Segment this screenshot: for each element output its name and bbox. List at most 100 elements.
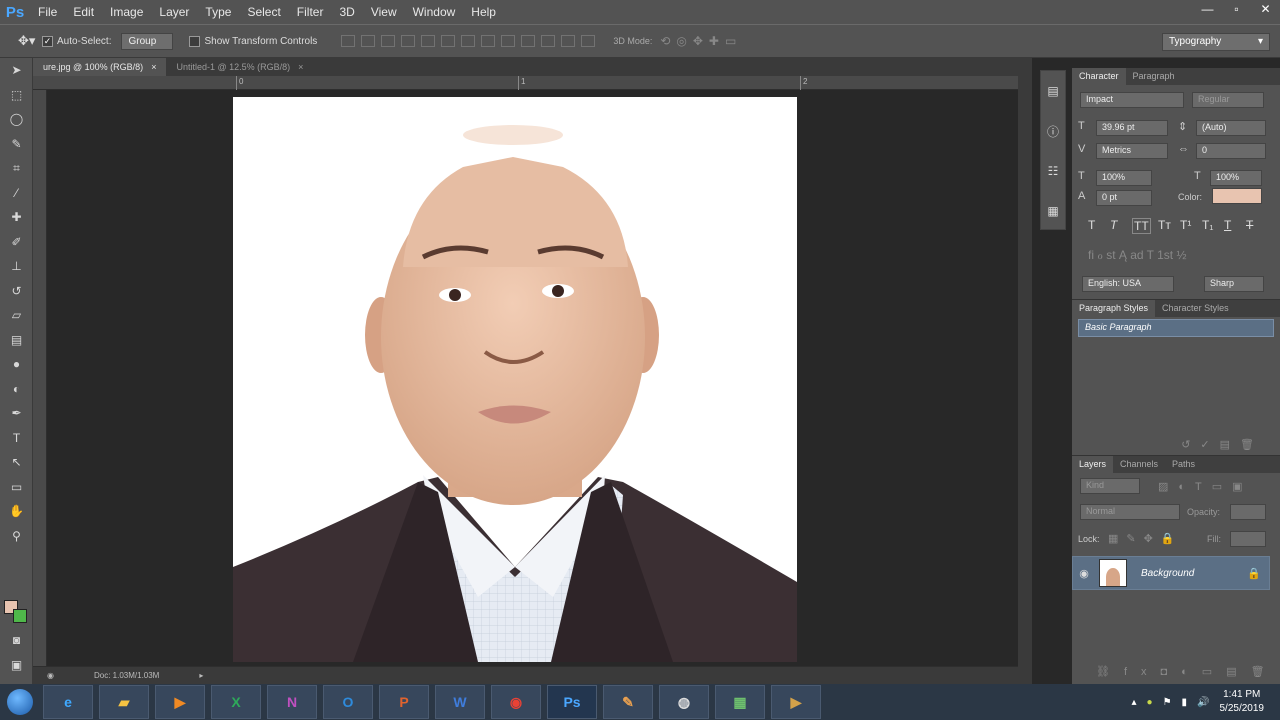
taskbar-ie-icon[interactable]: e bbox=[43, 685, 93, 719]
status-arrow-icon[interactable]: ▸ bbox=[199, 671, 203, 680]
style-item-basic-paragraph[interactable]: Basic Paragraph bbox=[1078, 319, 1274, 337]
menu-type[interactable]: Type bbox=[197, 5, 239, 19]
lock-icons[interactable]: ▦✎✥🔒 bbox=[1108, 532, 1183, 545]
taskbar-powerpoint-icon[interactable]: P bbox=[379, 685, 429, 719]
crop-tool-icon[interactable]: ⌗ bbox=[0, 156, 33, 181]
blur-tool-icon[interactable]: ● bbox=[0, 352, 33, 377]
horizontal-scale-field[interactable]: 100% bbox=[1210, 170, 1262, 186]
close-button[interactable]: ✕ bbox=[1251, 0, 1280, 22]
menu-image[interactable]: Image bbox=[102, 5, 151, 19]
distribute-left-icon[interactable] bbox=[521, 35, 536, 47]
tray-volume-icon[interactable]: 🔊 bbox=[1197, 697, 1209, 708]
distribute-top-icon[interactable] bbox=[461, 35, 476, 47]
taskbar-photoshop-icon[interactable]: Ps bbox=[547, 685, 597, 719]
properties-panel-icon[interactable]: ☷ bbox=[1041, 151, 1065, 191]
text-color-swatch[interactable] bbox=[1212, 188, 1262, 204]
taskbar-explorer-icon[interactable]: ▰ bbox=[99, 685, 149, 719]
eyedropper-tool-icon[interactable]: ⁄ bbox=[0, 181, 33, 206]
tab-paragraph-styles[interactable]: Paragraph Styles bbox=[1072, 300, 1156, 317]
auto-align-icon[interactable] bbox=[581, 35, 596, 47]
taskbar-outlook-icon[interactable]: O bbox=[323, 685, 373, 719]
screen-mode-icon[interactable]: ▣ bbox=[0, 653, 33, 678]
strikethrough-icon[interactable]: T bbox=[1246, 218, 1253, 232]
opentype-features-icon[interactable]: fi ℴ st Ą ad T 1st ½ bbox=[1088, 248, 1186, 262]
align-bottom-icon[interactable] bbox=[381, 35, 396, 47]
tab-layers[interactable]: Layers bbox=[1072, 456, 1114, 473]
menu-help[interactable]: Help bbox=[463, 5, 504, 19]
fill-field[interactable] bbox=[1230, 531, 1266, 547]
menu-layer[interactable]: Layer bbox=[151, 5, 197, 19]
eraser-tool-icon[interactable]: ▱ bbox=[0, 303, 33, 328]
close-icon[interactable]: × bbox=[298, 62, 303, 72]
auto-select-dropdown[interactable]: Group bbox=[121, 32, 174, 50]
align-right-icon[interactable] bbox=[441, 35, 456, 47]
all-caps-icon[interactable]: TT bbox=[1132, 218, 1151, 234]
zoom-tool-icon[interactable]: ⚲ bbox=[0, 524, 33, 549]
leading-field[interactable]: (Auto) bbox=[1196, 120, 1266, 136]
antialias-dropdown[interactable]: Sharp bbox=[1204, 276, 1264, 292]
minimize-button[interactable]: — bbox=[1193, 0, 1222, 22]
distribute-right-icon[interactable] bbox=[561, 35, 576, 47]
tab-character[interactable]: Character bbox=[1072, 68, 1126, 85]
tray-arrow-icon[interactable]: ▴ bbox=[1131, 697, 1136, 708]
superscript-icon[interactable]: T¹ bbox=[1180, 218, 1191, 232]
baseline-shift-field[interactable]: 0 pt bbox=[1096, 190, 1152, 206]
align-left-icon[interactable] bbox=[401, 35, 416, 47]
status-icon[interactable]: ◉ bbox=[47, 671, 54, 680]
menu-file[interactable]: File bbox=[30, 5, 65, 19]
font-size-field[interactable]: 39.96 pt bbox=[1096, 120, 1168, 136]
shape-tool-icon[interactable]: ▭ bbox=[0, 475, 33, 500]
tab-channels[interactable]: Channels bbox=[1113, 456, 1165, 473]
taskbar-onenote-icon[interactable]: N bbox=[267, 685, 317, 719]
dodge-tool-icon[interactable]: ◐ bbox=[0, 377, 33, 402]
tracking-field[interactable]: 0 bbox=[1196, 143, 1266, 159]
distribute-bottom-icon[interactable] bbox=[501, 35, 516, 47]
distribute-vcenter-icon[interactable] bbox=[481, 35, 496, 47]
taskbar-obs-icon[interactable]: ◍ bbox=[659, 685, 709, 719]
hand-tool-icon[interactable]: ✋ bbox=[0, 499, 33, 524]
layer-filter-icons[interactable]: ▨◐T▭▣ bbox=[1158, 480, 1253, 493]
taskbar-network-icon[interactable]: ▦ bbox=[715, 685, 765, 719]
layer-filter-dropdown[interactable]: Kind bbox=[1080, 478, 1140, 494]
history-brush-tool-icon[interactable]: ↺ bbox=[0, 279, 33, 304]
taskbar-media-icon[interactable]: ▶ bbox=[155, 685, 205, 719]
restore-button[interactable]: ▫ bbox=[1222, 0, 1251, 22]
auto-select-checkbox[interactable]: ✓ Auto-Select: bbox=[42, 35, 111, 47]
layer-background[interactable]: ◉ Background 🔒 bbox=[1072, 556, 1270, 590]
faux-italic-icon[interactable]: T bbox=[1110, 218, 1117, 232]
quick-mask-icon[interactable]: ◙ bbox=[0, 628, 33, 653]
small-caps-icon[interactable]: Tт bbox=[1158, 218, 1171, 232]
path-select-tool-icon[interactable]: ↖ bbox=[0, 450, 33, 475]
marquee-tool-icon[interactable]: ⬚ bbox=[0, 83, 33, 108]
tray-flag-icon[interactable]: ⚑ bbox=[1163, 697, 1172, 708]
type-tool-icon[interactable]: T bbox=[0, 426, 33, 451]
move-tool-icon[interactable]: ✥▾ bbox=[18, 33, 42, 49]
vertical-scale-field[interactable]: 100% bbox=[1096, 170, 1152, 186]
layer-comps-icon[interactable]: ▦ bbox=[1041, 191, 1065, 231]
workspace-switcher[interactable]: Typography ▾ bbox=[1162, 33, 1270, 51]
align-vcenter-icon[interactable] bbox=[361, 35, 376, 47]
gradient-tool-icon[interactable]: ▤ bbox=[0, 328, 33, 353]
taskbar-excel-icon[interactable]: X bbox=[211, 685, 261, 719]
menu-window[interactable]: Window bbox=[405, 5, 464, 19]
tab-document-2[interactable]: Untitled-1 @ 12.5% (RGB/8) × bbox=[166, 58, 313, 76]
brush-tool-icon[interactable]: ✐ bbox=[0, 230, 33, 255]
menu-filter[interactable]: Filter bbox=[289, 5, 332, 19]
eye-icon[interactable]: ◉ bbox=[1073, 567, 1095, 580]
tab-character-styles[interactable]: Character Styles bbox=[1155, 300, 1236, 317]
align-top-icon[interactable] bbox=[341, 35, 356, 47]
style-panel-actions-icons[interactable]: ↺✓▤🗑 bbox=[1181, 438, 1264, 451]
3d-tools-icons[interactable]: ⟲◎✥✚▭ bbox=[660, 34, 742, 48]
faux-bold-icon[interactable]: T bbox=[1088, 218, 1095, 232]
background-color-swatch[interactable] bbox=[13, 609, 27, 623]
pen-tool-icon[interactable]: ✒ bbox=[0, 401, 33, 426]
show-transform-checkbox[interactable]: Show Transform Controls bbox=[189, 35, 317, 47]
lasso-tool-icon[interactable]: ◯ bbox=[0, 107, 33, 132]
info-panel-icon[interactable]: ⓘ bbox=[1041, 111, 1065, 151]
menu-select[interactable]: Select bbox=[239, 5, 288, 19]
taskbar-word-icon[interactable]: W bbox=[435, 685, 485, 719]
menu-edit[interactable]: Edit bbox=[65, 5, 102, 19]
taskbar-chrome-icon[interactable]: ◉ bbox=[491, 685, 541, 719]
language-dropdown[interactable]: English: USA bbox=[1082, 276, 1174, 292]
underline-icon[interactable]: T bbox=[1224, 218, 1231, 232]
